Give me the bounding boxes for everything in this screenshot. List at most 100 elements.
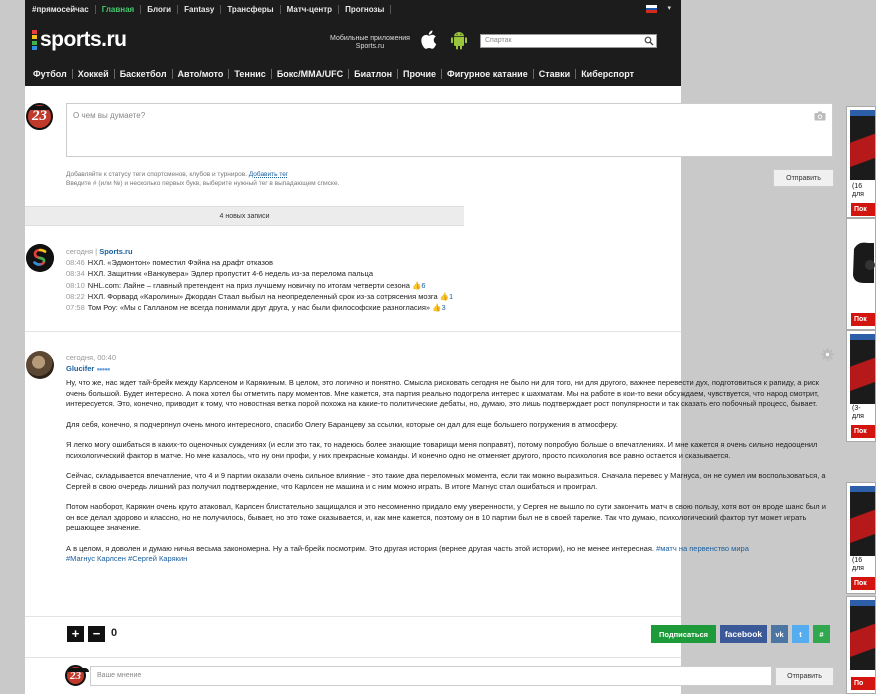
ad-banner[interactable]: По	[846, 596, 876, 694]
ad-buy-button[interactable]: Пок	[851, 577, 875, 590]
nav-item-other[interactable]: Прочие	[398, 69, 443, 79]
main-content: 23 О чем вы думаете? Добавляйте к статус…	[25, 86, 834, 694]
news-comments-count[interactable]: 1	[449, 292, 453, 301]
list-item[interactable]: 08:10 NHL.com: Лайне – главный претендент…	[66, 280, 453, 291]
share-other-button[interactable]: #	[813, 625, 830, 643]
author-avatar[interactable]	[26, 351, 54, 379]
comment-submit-button[interactable]: Отправить	[775, 667, 834, 686]
ad-buy-button[interactable]: Пок	[851, 425, 875, 438]
news-title[interactable]: НХЛ. Защитник «Ванкувера» Эдлер пропусти…	[88, 269, 373, 278]
avatar-number: 23	[32, 108, 47, 124]
post-date: сегодня, 00:40	[66, 353, 117, 362]
feed-date: сегодня	[66, 247, 94, 256]
game-cover-image	[850, 600, 875, 670]
news-title[interactable]: НХЛ. Форвард «Каролины» Джордан Стаал вы…	[88, 292, 438, 301]
ad-text: (3-	[852, 405, 861, 412]
top-link-predictions[interactable]: Прогнозы	[339, 4, 392, 14]
news-comments-count[interactable]: 6	[421, 281, 425, 290]
avatar-number: 23	[70, 669, 81, 682]
nav-item-basketball[interactable]: Баскетбол	[115, 69, 173, 79]
ad-buy-button[interactable]: Пок	[851, 203, 875, 216]
top-link-fantasy[interactable]: Fantasy	[178, 4, 222, 14]
ad-banner[interactable]: Пок	[846, 218, 876, 330]
list-item[interactable]: 08:22 НХЛ. Форвард «Каролины» Джордан Ста…	[66, 291, 453, 302]
post-author[interactable]: Glucifer ●●●●●	[66, 364, 111, 373]
mobile-apps-line2: Sports.ru	[355, 43, 385, 50]
ad-text: (16	[852, 183, 863, 190]
news-title[interactable]: NHL.com: Лайне – главный претендент на п…	[88, 281, 410, 290]
news-title[interactable]: Том Роу: «Мы с Галланом не всегда понима…	[88, 303, 430, 312]
gamepad-icon	[853, 242, 875, 283]
game-cover-image	[850, 486, 875, 556]
hint-text-2: Введите # (или №) и несколько первых бук…	[66, 180, 340, 187]
news-time: 08:10	[66, 280, 85, 290]
top-link-live[interactable]: #прямосейчас	[25, 4, 96, 14]
top-link-home[interactable]: Главная	[96, 4, 142, 14]
ps4-badge	[850, 110, 875, 116]
top-link-matchcenter[interactable]: Матч-центр	[281, 4, 340, 14]
search-icon[interactable]	[644, 36, 654, 46]
status-input[interactable]: О чем вы думаете?	[66, 103, 833, 157]
nav-item-football[interactable]: Футбол	[25, 69, 73, 79]
tag-link[interactable]: #Сергей Карякин	[128, 554, 187, 563]
tag-link[interactable]: #Магнус Карлсен	[66, 554, 126, 563]
status-submit-button[interactable]: Отправить	[773, 169, 834, 187]
feed-source-link[interactable]: Sports.ru	[99, 247, 132, 256]
nav-item-esports[interactable]: Киберспорт	[576, 69, 639, 79]
twitter-share-button[interactable]: t	[792, 625, 809, 643]
mobile-apps-label[interactable]: Мобильные приложения Sports.ru	[325, 35, 415, 51]
vote-minus-button[interactable]: −	[88, 626, 105, 642]
chevron-down-icon[interactable]: ▾	[667, 4, 671, 12]
android-icon[interactable]	[449, 30, 469, 50]
gear-icon[interactable]	[821, 348, 834, 361]
language-flag-icon[interactable]	[646, 5, 657, 13]
avatar[interactable]: 23	[65, 665, 89, 686]
rating-count: 0	[111, 627, 118, 639]
list-item[interactable]: 08:34 НХЛ. Защитник «Ванкувера» Эдлер про…	[66, 268, 453, 279]
news-title[interactable]: НХЛ. «Эдмонтон» поместил Фэйна на драфт …	[88, 258, 273, 267]
nav-item-figure-skating[interactable]: Фигурное катание	[442, 69, 534, 79]
avatar[interactable]: 23	[26, 103, 53, 130]
news-comments-count[interactable]: 3	[441, 303, 445, 312]
sportsru-logo-icon[interactable]	[26, 244, 54, 272]
nav-item-auto-moto[interactable]: Авто/мото	[173, 69, 230, 79]
tag-link[interactable]: #матч на первенство мира	[656, 544, 749, 553]
search-input[interactable]: Спартак	[485, 37, 512, 44]
vote-plus-button[interactable]: +	[67, 626, 84, 642]
mobile-apps-line1: Мобильные приложения	[330, 35, 410, 42]
game-cover-image	[850, 334, 875, 404]
add-tag-link[interactable]: Добавить тег	[249, 171, 288, 178]
ad-banner[interactable]: (3- для Пок	[846, 330, 876, 442]
apple-icon[interactable]	[420, 29, 439, 50]
top-link-transfers[interactable]: Трансферы	[221, 4, 281, 14]
search-field[interactable]: Спартак	[480, 34, 657, 48]
nav-item-hockey[interactable]: Хоккей	[73, 69, 115, 79]
list-item[interactable]: 07:58 Том Роу: «Мы с Галланом не всегда п…	[66, 302, 453, 313]
comment-input[interactable]: Ваше мнение	[90, 666, 772, 686]
top-link-blogs[interactable]: Блоги	[141, 4, 179, 14]
camera-icon[interactable]	[814, 111, 826, 121]
list-item[interactable]: 08:46 НХЛ. «Эдмонтон» поместил Фэйна на д…	[66, 257, 453, 268]
ad-banner[interactable]: (16 для Пок	[846, 482, 876, 594]
ad-text: (16	[852, 557, 863, 564]
ad-buy-button[interactable]: Пок	[851, 313, 875, 326]
feed-meta: сегодня | Sports.ru	[66, 247, 133, 256]
new-posts-bar[interactable]: 4 новых записи	[25, 206, 464, 226]
ad-banner[interactable]: (16 для Пок	[846, 106, 876, 218]
ad-buy-button[interactable]: По	[851, 677, 875, 690]
nav-item-betting[interactable]: Ставки	[534, 69, 577, 79]
nav-item-boxing[interactable]: Бокс/MMA/UFC	[272, 69, 350, 79]
ad-text: для	[852, 413, 864, 420]
vk-share-button[interactable]: vk	[771, 625, 788, 643]
site-logo[interactable]: sports.ru	[32, 28, 127, 52]
post-paragraph: Для себя, конечно, я подчерпнул очень мн…	[66, 419, 618, 429]
subscribe-button[interactable]: Подписаться	[651, 625, 716, 643]
author-name[interactable]: Glucifer	[66, 364, 94, 373]
nav-item-tennis[interactable]: Теннис	[229, 69, 272, 79]
nav-item-biathlon[interactable]: Биатлон	[349, 69, 398, 79]
facebook-share-button[interactable]: facebook	[720, 625, 767, 643]
news-time: 08:46	[66, 258, 85, 267]
status-placeholder: О чем вы думаете?	[73, 111, 146, 120]
tag-hint: Добавляйте к статусу теги спортсменов, к…	[66, 170, 339, 188]
logo-text: sports.ru	[40, 28, 127, 51]
